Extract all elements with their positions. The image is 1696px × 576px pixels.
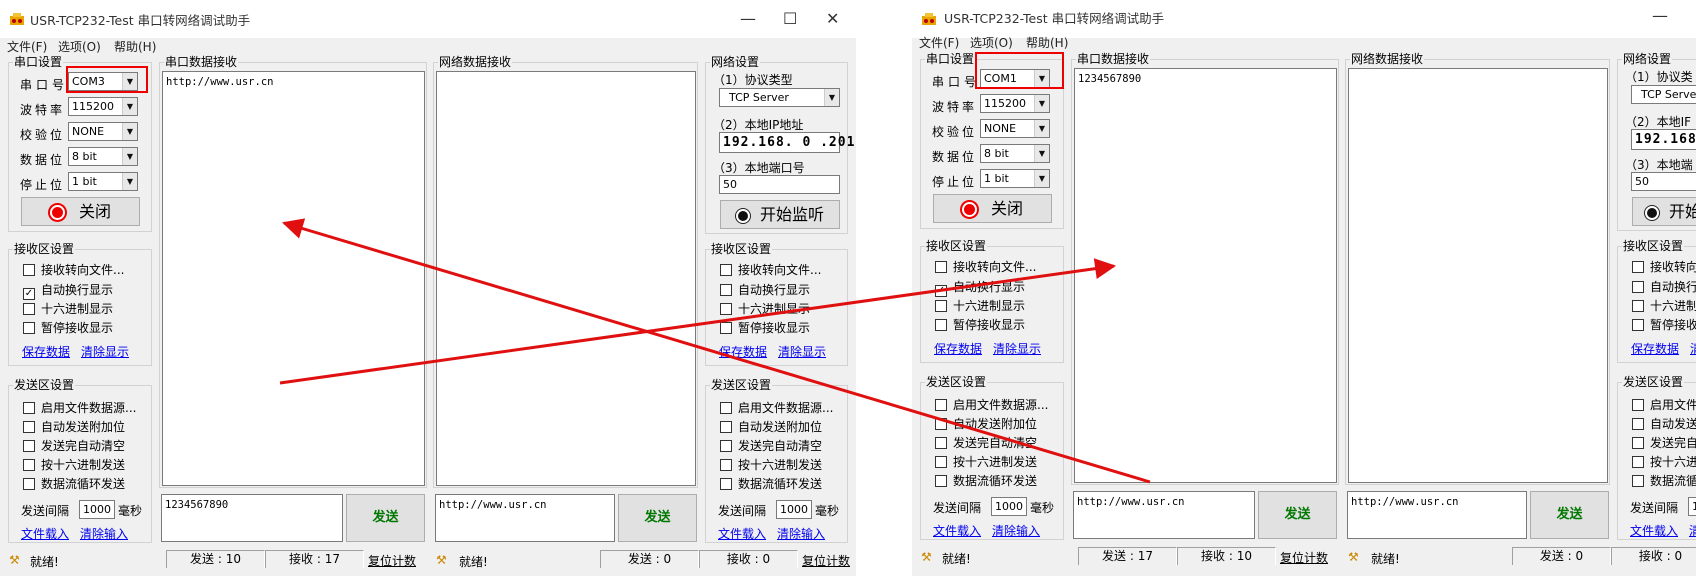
arrow-left-to-right (279, 258, 1117, 385)
arrow-right-to-left (281, 218, 1151, 484)
annotation-arrows (279, 218, 1151, 484)
